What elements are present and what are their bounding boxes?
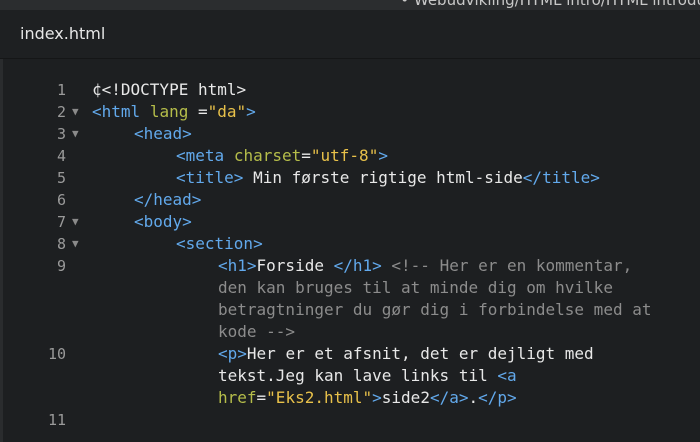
tag-close: > xyxy=(246,102,256,121)
line-number: 10 xyxy=(47,345,66,363)
section-open-tag: <section> xyxy=(176,234,263,253)
equals: = xyxy=(256,388,267,407)
href-attr: href xyxy=(218,388,257,407)
period: . xyxy=(468,388,479,407)
code-line-7: <body> xyxy=(134,211,192,233)
code-line-9-wrap: den kan bruges til at minde dig om hvilk… xyxy=(218,277,613,299)
body-open-tag: <body> xyxy=(134,212,192,231)
line-number: 8 xyxy=(56,235,66,253)
fold-triangle-down-icon[interactable]: ▼ xyxy=(72,101,79,123)
code-line-5: <title> Min første rigtige html-side</ti… xyxy=(176,167,600,189)
a-close-tag: </a> xyxy=(429,388,469,407)
code-line-9-wrap: betragtninger du gør dig i forbindelse m… xyxy=(218,299,651,321)
charset-value: "utf-8" xyxy=(310,146,379,165)
href-value: "Eks2.html" xyxy=(266,388,373,407)
comment-part: betragtninger du gør dig i forbindelse m… xyxy=(218,300,652,319)
line-number: 7 xyxy=(56,213,66,231)
h1-text: Forside xyxy=(256,256,334,275)
head-open-tag: <head> xyxy=(134,124,192,143)
code-line-10-wrap: href="Eks2.html">side2</a>.</p> xyxy=(218,387,517,409)
fold-triangle-down-icon[interactable]: ▼ xyxy=(72,123,79,145)
lang-attr: lang xyxy=(149,102,189,121)
line-number: 6 xyxy=(56,191,66,209)
a-open-tag: <a xyxy=(497,366,517,385)
paragraph-text: tekst.Jeg kan lave links til xyxy=(218,366,498,385)
link-text: side2 xyxy=(381,388,430,407)
head-close-tag: </head> xyxy=(134,190,202,209)
code-editor[interactable]: 1 2 3 4 5 6 7 8 9 10 11 ▼ ▼ ▼ ▼ ¢<!DOCTY… xyxy=(0,59,700,442)
code-line-10: <p>Her er et afsnit, det er dejligt med xyxy=(218,343,594,365)
html-open-tag: <html xyxy=(92,102,141,121)
comment-part: den kan bruges til at minde dig om hvilk… xyxy=(218,278,613,297)
tab-bar: index.html xyxy=(0,10,700,59)
p-open-tag: <p> xyxy=(218,344,247,363)
line-number: 1 xyxy=(56,81,66,99)
code-line-9-wrap: kode --> xyxy=(218,321,295,343)
comment-part: <!-- Her er en kommentar, xyxy=(381,256,633,275)
doctype-text: ¢<!DOCTYPE html> xyxy=(92,80,247,99)
code-line-8: <section> xyxy=(176,233,263,255)
h1-open-tag: <h1> xyxy=(218,256,257,275)
h1-close-tag: </h1> xyxy=(333,256,382,275)
code-line-3: <head> xyxy=(134,123,192,145)
tag-close: > xyxy=(372,388,382,407)
line-number: 5 xyxy=(56,169,66,187)
tab-index-html[interactable]: index.html xyxy=(20,24,105,43)
code-line-1: ¢<!DOCTYPE html> xyxy=(92,79,246,101)
meta-open-tag: <meta xyxy=(176,146,225,165)
comment-part: kode --> xyxy=(218,322,296,341)
lang-value: "da" xyxy=(207,102,247,121)
line-number: 9 xyxy=(56,257,66,275)
line-number: 3 xyxy=(56,125,66,143)
code-line-10-wrap: tekst.Jeg kan lave links til <a xyxy=(218,365,517,387)
code-line-2: <html lang ="da"> xyxy=(92,101,256,123)
title-text: Min første rigtige html-side xyxy=(243,168,523,187)
fold-triangle-down-icon[interactable]: ▼ xyxy=(72,211,79,233)
line-number: 11 xyxy=(47,411,66,429)
line-number: 2 xyxy=(56,103,66,121)
charset-attr: charset xyxy=(233,146,302,165)
editor-left-edge xyxy=(0,59,3,442)
code-line-6: </head> xyxy=(134,189,201,211)
code-line-9: <h1>Forside </h1> <!-- Her er en komment… xyxy=(218,255,632,277)
p-close-tag: </p> xyxy=(478,388,517,407)
window-path-title: • Webudvikling/HTML intro/HTML introdu xyxy=(400,0,700,9)
title-close-tag: </title> xyxy=(522,168,600,187)
tag-close: > xyxy=(378,146,388,165)
line-number: 4 xyxy=(56,147,66,165)
title-open-tag: <title> xyxy=(176,168,244,187)
equals: = xyxy=(301,146,311,165)
equals: = xyxy=(188,102,208,121)
window-title-strip: • Webudvikling/HTML intro/HTML introdu xyxy=(0,0,700,10)
code-line-4: <meta charset="utf-8"> xyxy=(176,145,388,167)
paragraph-text: Her er et afsnit, det er dejligt med xyxy=(246,344,594,363)
fold-triangle-down-icon[interactable]: ▼ xyxy=(72,233,79,255)
